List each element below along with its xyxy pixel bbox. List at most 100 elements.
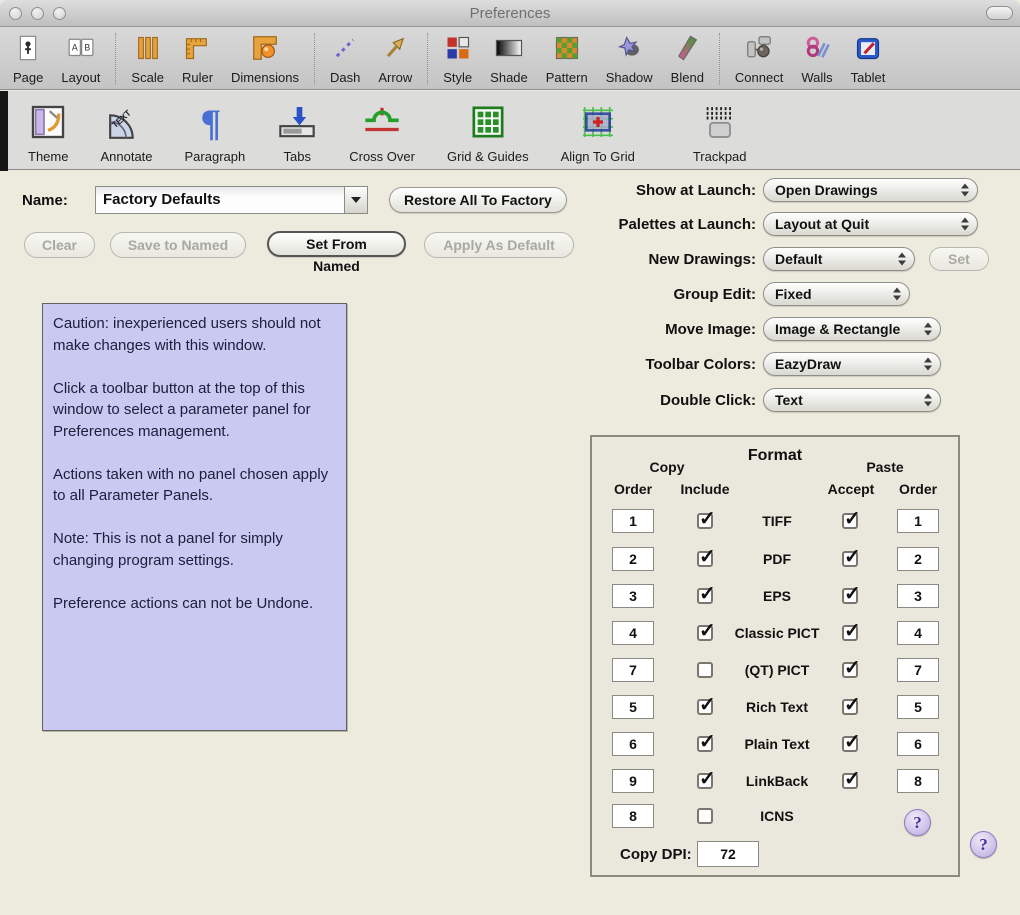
copy-header: Copy xyxy=(649,459,685,475)
accept-checkbox[interactable] xyxy=(842,692,861,717)
accept-checkbox[interactable] xyxy=(842,618,861,643)
toolbar-item-label: Arrow xyxy=(378,70,413,85)
tablet-icon xyxy=(854,33,882,68)
show-at-launch-popup[interactable]: Open Drawings xyxy=(763,178,978,202)
svg-text:¶: ¶ xyxy=(202,102,221,142)
copy-order-field[interactable]: 2 xyxy=(612,547,654,571)
dash-icon xyxy=(331,33,359,68)
window-title: Preferences xyxy=(469,5,551,22)
toolbar-item-trackpad[interactable]: Trackpad xyxy=(681,102,759,164)
copy-order-field[interactable]: 5 xyxy=(612,695,654,719)
toolbar-item-layout[interactable]: AB Layout xyxy=(52,33,109,85)
popup-arrows-icon xyxy=(961,183,970,197)
copy-order-field[interactable]: 1 xyxy=(612,509,654,533)
page-icon xyxy=(14,33,42,68)
double-click-popup[interactable]: Text xyxy=(763,388,941,412)
accept-checkbox[interactable] xyxy=(842,766,861,791)
copy-order-header: Order xyxy=(613,481,653,497)
popup-arrows-icon xyxy=(924,357,933,371)
copy-order-field[interactable]: 9 xyxy=(612,769,654,793)
help-button-window[interactable]: ? xyxy=(970,831,997,858)
copy-order-field[interactable]: 7 xyxy=(612,658,654,682)
toolbar-item-shade[interactable]: Shade xyxy=(481,33,537,85)
combo-dropdown-arrow-icon[interactable] xyxy=(344,187,367,213)
paste-order-field[interactable]: 8 xyxy=(897,769,939,793)
accept-checkbox[interactable] xyxy=(842,506,861,531)
group-edit-label: Group Edit: xyxy=(673,285,757,303)
popup-value: Default xyxy=(775,251,823,267)
paste-order-field[interactable]: 6 xyxy=(897,732,939,756)
accept-checkbox[interactable] xyxy=(842,729,861,754)
copy-order-field[interactable]: 4 xyxy=(612,621,654,645)
toolbar-item-shadow[interactable]: Shadow xyxy=(597,33,662,85)
toolbar-item-arrow[interactable]: Arrow xyxy=(369,33,421,85)
toolbar-item-tablet[interactable]: Tablet xyxy=(842,33,895,85)
copy-dpi-label: Copy DPI: xyxy=(620,846,692,863)
svg-text:A: A xyxy=(72,43,78,53)
paste-order-field[interactable]: 2 xyxy=(897,547,939,571)
toolbar-item-connect[interactable]: Connect xyxy=(726,33,792,85)
format-row-icns: 8 ICNS xyxy=(592,804,958,830)
toolbar-item-dimensions[interactable]: Dimensions xyxy=(222,33,308,85)
toolbar-toggle-button[interactable] xyxy=(986,6,1013,20)
set-from-named-button[interactable]: Set From Named xyxy=(267,231,406,274)
apply-as-default-button[interactable]: Apply As Default xyxy=(424,232,574,258)
align-to-grid-icon xyxy=(577,102,619,147)
toolbar-item-annotate[interactable]: TEXT Annotate xyxy=(88,102,164,164)
palettes-at-launch-popup[interactable]: Layout at Quit xyxy=(763,212,978,236)
toolbar-item-dash[interactable]: Dash xyxy=(321,33,369,85)
preset-name-value: Factory Defaults xyxy=(96,187,344,213)
toolbar-item-theme[interactable]: Theme xyxy=(16,102,80,164)
accept-checkbox[interactable] xyxy=(842,544,861,569)
copy-dpi-field[interactable]: 72 xyxy=(697,841,759,867)
copy-order-field[interactable]: 8 xyxy=(612,804,654,828)
format-row-plain-text: 6 Plain Text 6 xyxy=(592,729,958,758)
pref-row-toolbar-colors: Toolbar Colors: EazyDraw xyxy=(596,352,941,376)
help-button-panel[interactable]: ? xyxy=(904,809,931,836)
toolbar-item-grid-guides[interactable]: Grid & Guides xyxy=(435,102,541,164)
toolbar-item-ruler[interactable]: Ruler xyxy=(173,33,222,85)
paste-order-field[interactable]: 7 xyxy=(897,658,939,682)
popup-arrows-icon xyxy=(898,252,907,266)
toolbar-item-page[interactable]: Page xyxy=(4,33,52,85)
toolbar-item-walls[interactable]: Walls xyxy=(792,33,841,85)
copy-order-field[interactable]: 3 xyxy=(612,584,654,608)
toolbar-colors-popup[interactable]: EazyDraw xyxy=(763,352,941,376)
toolbar-item-paragraph[interactable]: ¶ Paragraph xyxy=(173,102,258,164)
paste-order-field[interactable]: 1 xyxy=(897,509,939,533)
secondary-toolbar: Theme TEXT Annotate ¶ Paragraph Tabs Cro… xyxy=(0,91,1020,170)
preset-name-combobox[interactable]: Factory Defaults xyxy=(95,186,368,214)
group-edit-popup[interactable]: Fixed xyxy=(763,282,910,306)
popup-value: Image & Rectangle xyxy=(775,321,901,337)
paste-order-field[interactable]: 5 xyxy=(897,695,939,719)
new-drawings-label: New Drawings: xyxy=(648,250,756,268)
save-to-named-button[interactable]: Save to Named xyxy=(110,232,246,258)
new-drawings-popup[interactable]: Default xyxy=(763,247,915,271)
clear-button[interactable]: Clear xyxy=(24,232,95,258)
toolbar-item-blend[interactable]: Blend xyxy=(662,33,713,85)
toolbar-item-label: Dash xyxy=(329,70,361,85)
popup-arrows-icon xyxy=(924,322,933,336)
set-button[interactable]: Set xyxy=(929,247,989,271)
copy-paste-format-panel: Format Copy Paste Order Include Accept O… xyxy=(590,435,960,877)
accept-checkbox[interactable] xyxy=(842,655,861,680)
paste-header: Paste xyxy=(866,459,904,475)
format-row-pdf: 2 PDF 2 xyxy=(592,544,958,573)
copy-order-field[interactable]: 6 xyxy=(612,732,654,756)
toolbar-item-align-to-grid[interactable]: Align To Grid xyxy=(549,102,647,164)
toolbar-item-scale[interactable]: Scale xyxy=(122,33,173,85)
toolbar-item-pattern[interactable]: Pattern xyxy=(537,33,597,85)
popup-value: Fixed xyxy=(775,286,812,302)
toolbar-item-style[interactable]: Style xyxy=(434,33,481,85)
accept-checkbox[interactable] xyxy=(842,581,861,606)
toolbar-item-tabs[interactable]: Tabs xyxy=(265,102,329,164)
pref-row-group-edit: Group Edit: Fixed xyxy=(596,282,910,306)
paste-order-field[interactable]: 3 xyxy=(897,584,939,608)
annotate-icon: TEXT xyxy=(106,102,146,147)
toolbar-separator xyxy=(115,33,117,85)
restore-all-button[interactable]: Restore All To Factory xyxy=(389,187,567,213)
paste-order-field[interactable]: 4 xyxy=(897,621,939,645)
move-image-popup[interactable]: Image & Rectangle xyxy=(763,317,941,341)
toolbar-item-cross-over[interactable]: Cross Over xyxy=(337,102,427,164)
toolbar-item-label: Ruler xyxy=(181,70,214,85)
